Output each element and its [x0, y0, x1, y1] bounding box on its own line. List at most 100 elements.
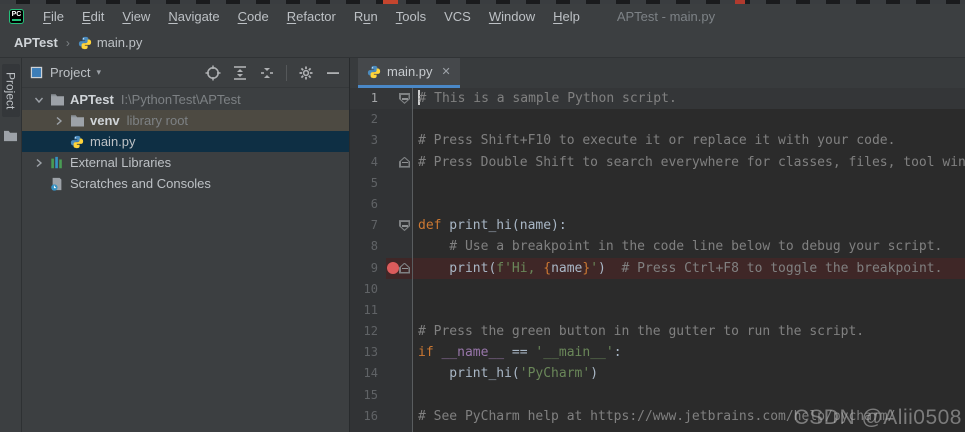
tree-item-scratches-and-consoles[interactable]: Scratches and Consoles	[22, 173, 349, 194]
line-number: 11	[350, 299, 386, 322]
line-number: 15	[350, 384, 386, 406]
tree-item-hint: library root	[126, 113, 189, 128]
gutter-cell[interactable]	[386, 172, 412, 194]
watermark: CSDN @Alii0508	[793, 406, 962, 429]
chevron-right-icon[interactable]	[50, 116, 68, 126]
gutter-cell[interactable]	[386, 257, 412, 279]
code-text[interactable]: # Press Double Shift to search everywher…	[412, 151, 965, 173]
tree-item-venv[interactable]: venv library root	[22, 110, 349, 131]
code-line-4[interactable]: 4 # Press Double Shift to search everywhe…	[350, 151, 965, 173]
chevron-down-icon[interactable]: ▾	[96, 67, 101, 78]
tree-item-main-py[interactable]: main.py	[22, 131, 349, 152]
gutter-cell[interactable]	[386, 278, 412, 300]
menu-window[interactable]: Window	[480, 7, 544, 26]
collapse-all-icon[interactable]	[259, 65, 275, 81]
code-line-6[interactable]: 6	[350, 193, 965, 216]
code-line-7[interactable]: 7 def print_hi(name):	[350, 215, 965, 237]
code-text[interactable]	[412, 109, 965, 131]
code-text[interactable]: print_hi('PyCharm')	[412, 363, 965, 385]
menu-help[interactable]: Help	[544, 7, 589, 26]
code-line-3[interactable]: 3 # Press Shift+F10 to execute it or repl…	[350, 130, 965, 152]
menu-file[interactable]: File	[34, 7, 73, 26]
code-line-8[interactable]: 8 # Use a breakpoint in the code line be…	[350, 236, 965, 258]
line-number: 2	[350, 109, 386, 131]
code-line-11[interactable]: 11	[350, 299, 965, 322]
tree-item-label: venv	[90, 113, 120, 128]
code-line-9[interactable]: 9 print(f'Hi, {name}') # Press Ctrl+F8 t…	[350, 257, 965, 279]
chevron-down-icon[interactable]	[30, 95, 48, 105]
breadcrumb-file[interactable]: main.py	[97, 35, 143, 50]
code-line-1[interactable]: 1 # This is a sample Python script.	[350, 88, 965, 110]
breakpoint-icon[interactable]	[387, 262, 399, 274]
gutter-cell[interactable]	[386, 321, 412, 343]
gutter-cell[interactable]	[386, 363, 412, 385]
code-line-13[interactable]: 13 if __name__ == '__main__':	[350, 342, 965, 364]
line-number: 10	[350, 278, 386, 300]
menu-view[interactable]: View	[113, 7, 159, 26]
settings-gear-icon[interactable]	[298, 65, 314, 81]
code-text[interactable]	[412, 299, 965, 322]
project-view-icon	[30, 66, 43, 79]
gutter-cell[interactable]	[386, 427, 412, 432]
gutter-cell[interactable]	[386, 236, 412, 258]
line-number: 9	[350, 257, 386, 279]
menu-navigate[interactable]: Navigate	[159, 7, 228, 26]
locate-file-icon[interactable]	[205, 65, 221, 81]
menu-edit[interactable]: Edit	[73, 7, 113, 26]
code-editor[interactable]: 1 # This is a sample Python script. 2 3 # Pr…	[350, 88, 965, 432]
code-line-14[interactable]: 14 print_hi('PyCharm')	[350, 363, 965, 385]
menu-run[interactable]: Run	[345, 7, 387, 26]
code-line-15[interactable]: 15	[350, 384, 965, 406]
fold-end-icon[interactable]	[399, 156, 410, 168]
hide-panel-icon[interactable]	[325, 65, 341, 81]
chevron-right-icon[interactable]	[30, 158, 48, 168]
code-line-10[interactable]: 10	[350, 278, 965, 300]
gutter-cell[interactable]	[386, 130, 412, 152]
menu-tools[interactable]: Tools	[387, 7, 435, 26]
code-text[interactable]	[412, 193, 965, 216]
code-text[interactable]	[412, 172, 965, 194]
project-panel-title[interactable]: Project	[50, 65, 90, 80]
menu-vcs[interactable]: VCS	[435, 7, 480, 26]
code-text[interactable]: def print_hi(name):	[412, 215, 965, 237]
menu-refactor[interactable]: Refactor	[278, 7, 345, 26]
code-line-5[interactable]: 5	[350, 172, 965, 194]
menu-code[interactable]: Code	[229, 7, 278, 26]
gutter-cell[interactable]	[386, 88, 412, 110]
fold-open-icon[interactable]	[399, 220, 410, 232]
tab-close-icon[interactable]: ✕	[442, 65, 451, 78]
breadcrumb-project[interactable]: APTest	[14, 35, 58, 50]
fold-end-icon[interactable]	[399, 262, 410, 274]
gutter-cell[interactable]	[386, 193, 412, 216]
line-number: 8	[350, 236, 386, 258]
code-line-2[interactable]: 2	[350, 109, 965, 131]
code-text[interactable]: print(f'Hi, {name}') # Press Ctrl+F8 to …	[412, 257, 965, 279]
gutter-cell[interactable]	[386, 299, 412, 322]
code-text[interactable]	[412, 384, 965, 406]
code-text[interactable]: # Use a breakpoint in the code line belo…	[412, 236, 965, 258]
fold-open-icon[interactable]	[399, 93, 410, 104]
code-text[interactable]	[412, 278, 965, 300]
tree-item-aptest[interactable]: APTest I:\PythonTest\APTest	[22, 89, 349, 110]
tab-main-py[interactable]: main.py ✕	[358, 58, 460, 88]
project-tree: APTest I:\PythonTest\APTest venv library ro…	[22, 88, 349, 432]
gutter-cell[interactable]	[386, 215, 412, 237]
gutter-cell[interactable]	[386, 109, 412, 131]
tool-stripe-project-button[interactable]: Project	[1, 64, 20, 118]
code-text[interactable]: # Press Shift+F10 to execute it or repla…	[412, 130, 965, 152]
code-text[interactable]: # Press the green button in the gutter t…	[412, 321, 965, 343]
scratches-icon	[48, 177, 66, 191]
tool-stripe-folder-icon[interactable]	[3, 129, 18, 142]
code-text[interactable]: # This is a sample Python script.	[412, 88, 965, 110]
breadcrumb-chevron-icon: ›	[65, 35, 70, 50]
code-line-12[interactable]: 12 # Press the green button in the gutter…	[350, 321, 965, 343]
gutter-cell[interactable]	[386, 342, 412, 364]
code-text[interactable]: if __name__ == '__main__':	[412, 342, 965, 364]
gutter-cell[interactable]	[386, 151, 412, 173]
tree-item-label: External Libraries	[70, 155, 172, 170]
comment-token: # Press Double Shift to search everywher…	[418, 154, 965, 170]
expand-all-icon[interactable]	[232, 65, 248, 81]
tree-item-external-libraries[interactable]: External Libraries	[22, 152, 349, 173]
gutter-cell[interactable]	[386, 384, 412, 406]
gutter-cell[interactable]	[386, 405, 412, 427]
